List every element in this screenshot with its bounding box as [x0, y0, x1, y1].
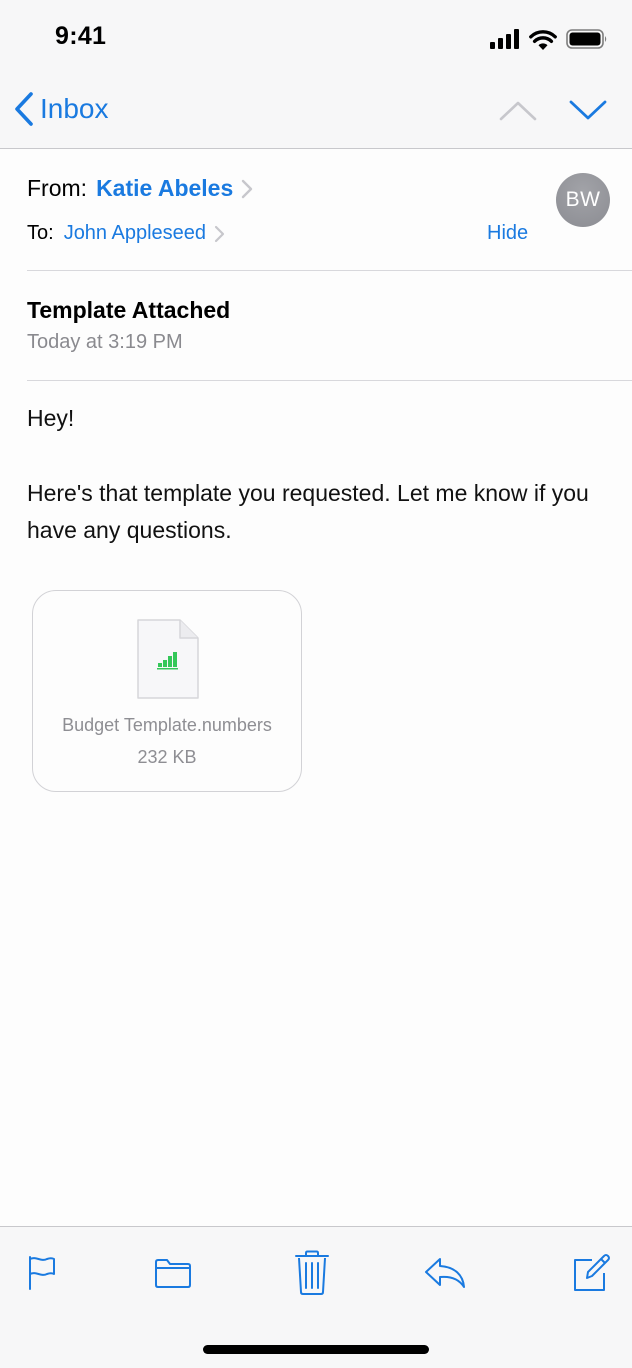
attachment-size: 232 KB [137, 747, 197, 767]
folder-icon [155, 1259, 191, 1288]
divider [27, 270, 632, 271]
message-greeting: Hey! [27, 405, 75, 431]
from-row[interactable]: From: Katie Abeles [27, 175, 253, 202]
next-message-button[interactable] [568, 96, 608, 126]
compose-icon [574, 1254, 610, 1291]
chevron-right-icon [214, 225, 225, 243]
delete-button[interactable] [290, 1250, 334, 1295]
previous-message-button[interactable] [498, 96, 538, 126]
back-label: Inbox [40, 93, 109, 124]
back-button[interactable]: Inbox [14, 92, 109, 126]
from-label: From: [27, 175, 88, 201]
status-time: 9:41 [55, 22, 107, 50]
avatar[interactable]: BW [556, 173, 610, 227]
to-label: To: [27, 222, 54, 244]
message-body: Here's that template you requested. Let … [27, 480, 589, 543]
recipient-name[interactable]: John Appleseed [64, 222, 206, 245]
bottom-toolbar [0, 1226, 632, 1368]
flag-icon [29, 1256, 55, 1290]
numbers-file-icon [136, 618, 200, 705]
attachment-card[interactable]: Budget Template.numbers 232 KB [32, 590, 302, 792]
avatar-initials: BW [565, 188, 601, 211]
chevron-left-icon [15, 92, 33, 126]
chevron-down-icon [569, 100, 607, 120]
flag-button[interactable] [19, 1251, 63, 1295]
to-row[interactable]: To: John Appleseed [27, 222, 225, 245]
home-indicator[interactable] [203, 1345, 429, 1354]
message-subject: Template Attached [27, 297, 231, 323]
compose-button[interactable] [569, 1251, 613, 1295]
cellular-signal-icon [490, 29, 519, 49]
chevron-right-icon [241, 179, 253, 199]
battery-icon [566, 29, 607, 49]
status-icons [490, 26, 608, 52]
chevron-up-icon [499, 101, 537, 121]
attachment-filename: Budget Template.numbers [62, 715, 272, 735]
reply-button[interactable] [423, 1251, 467, 1295]
move-to-folder-button[interactable] [151, 1251, 195, 1295]
hide-details-link[interactable]: Hide [487, 222, 528, 245]
trash-icon [295, 1250, 329, 1295]
reply-icon [425, 1258, 465, 1288]
sender-name[interactable]: Katie Abeles [96, 175, 233, 202]
divider [27, 380, 632, 381]
top-bar: 9:41 Inbox [0, 0, 632, 149]
wifi-icon [529, 29, 557, 50]
message-date: Today at 3:19 PM [27, 331, 183, 353]
